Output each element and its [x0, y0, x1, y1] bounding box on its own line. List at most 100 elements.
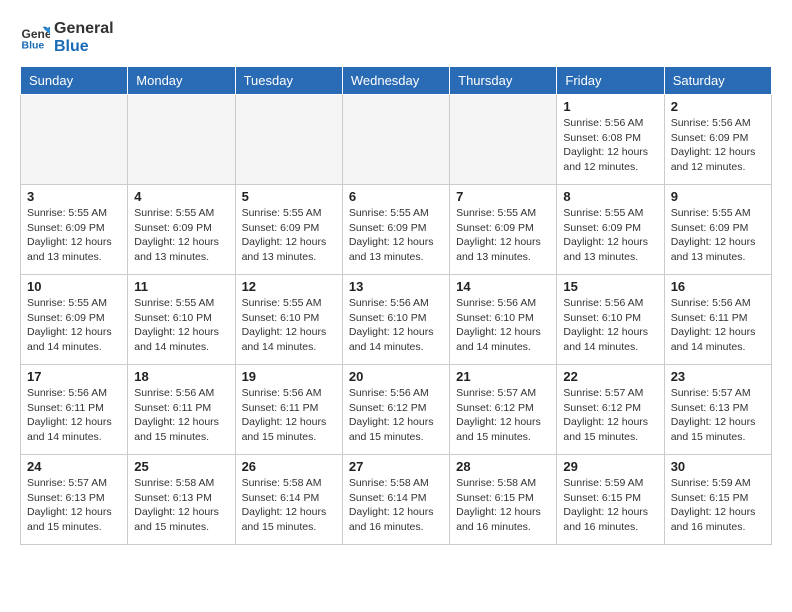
week-row-4: 17 Sunrise: 5:56 AMSunset: 6:11 PMDayligh…	[21, 365, 772, 455]
day-info: Sunrise: 5:56 AMSunset: 6:10 PMDaylight:…	[349, 296, 443, 355]
calendar-cell: 17 Sunrise: 5:56 AMSunset: 6:11 PMDayligh…	[21, 365, 128, 455]
day-number: 24	[27, 459, 121, 474]
day-number: 23	[671, 369, 765, 384]
day-info: Sunrise: 5:56 AMSunset: 6:11 PMDaylight:…	[242, 386, 336, 445]
col-header-saturday: Saturday	[664, 67, 771, 95]
day-info: Sunrise: 5:56 AMSunset: 6:10 PMDaylight:…	[563, 296, 657, 355]
col-header-sunday: Sunday	[21, 67, 128, 95]
day-number: 9	[671, 189, 765, 204]
calendar-cell: 10 Sunrise: 5:55 AMSunset: 6:09 PMDayligh…	[21, 275, 128, 365]
col-header-thursday: Thursday	[450, 67, 557, 95]
calendar-cell: 22 Sunrise: 5:57 AMSunset: 6:12 PMDayligh…	[557, 365, 664, 455]
calendar-cell: 15Sunrise: 5:56 AMSunset: 6:10 PMDayligh…	[557, 275, 664, 365]
day-number: 16	[671, 279, 765, 294]
day-info: Sunrise: 5:55 AMSunset: 6:09 PMDaylight:…	[456, 206, 550, 265]
day-number: 25	[134, 459, 228, 474]
day-info: Sunrise: 5:57 AMSunset: 6:13 PMDaylight:…	[671, 386, 765, 445]
day-info: Sunrise: 5:56 AMSunset: 6:09 PMDaylight:…	[671, 116, 765, 175]
day-number: 2	[671, 99, 765, 114]
calendar-cell: 30 Sunrise: 5:59 AMSunset: 6:15 PMDayligh…	[664, 455, 771, 545]
calendar-cell: 3 Sunrise: 5:55 AMSunset: 6:09 PMDaylight…	[21, 185, 128, 275]
day-number: 26	[242, 459, 336, 474]
day-number: 13	[349, 279, 443, 294]
day-number: 17	[27, 369, 121, 384]
day-info: Sunrise: 5:57 AMSunset: 6:12 PMDaylight:…	[456, 386, 550, 445]
calendar-cell: 8 Sunrise: 5:55 AMSunset: 6:09 PMDaylight…	[557, 185, 664, 275]
calendar-cell: 6Sunrise: 5:55 AMSunset: 6:09 PMDaylight…	[342, 185, 449, 275]
day-number: 3	[27, 189, 121, 204]
day-number: 4	[134, 189, 228, 204]
day-info: Sunrise: 5:59 AMSunset: 6:15 PMDaylight:…	[671, 476, 765, 535]
day-number: 27	[349, 459, 443, 474]
calendar-cell: 25 Sunrise: 5:58 AMSunset: 6:13 PMDayligh…	[128, 455, 235, 545]
calendar-cell: 11Sunrise: 5:55 AMSunset: 6:10 PMDayligh…	[128, 275, 235, 365]
day-info: Sunrise: 5:55 AMSunset: 6:10 PMDaylight:…	[134, 296, 228, 355]
calendar-cell: 29 Sunrise: 5:59 AMSunset: 6:15 PMDayligh…	[557, 455, 664, 545]
week-row-2: 3 Sunrise: 5:55 AMSunset: 6:09 PMDaylight…	[21, 185, 772, 275]
day-info: Sunrise: 5:58 AMSunset: 6:14 PMDaylight:…	[242, 476, 336, 535]
day-info: Sunrise: 5:58 AMSunset: 6:13 PMDaylight:…	[134, 476, 228, 535]
day-info: Sunrise: 5:56 AMSunset: 6:12 PMDaylight:…	[349, 386, 443, 445]
calendar-cell	[21, 95, 128, 185]
calendar-cell	[235, 95, 342, 185]
day-info: Sunrise: 5:57 AMSunset: 6:12 PMDaylight:…	[563, 386, 657, 445]
day-info: Sunrise: 5:56 AMSunset: 6:10 PMDaylight:…	[456, 296, 550, 355]
day-info: Sunrise: 5:55 AMSunset: 6:09 PMDaylight:…	[242, 206, 336, 265]
week-row-1: 1Sunrise: 5:56 AMSunset: 6:08 PMDaylight…	[21, 95, 772, 185]
day-info: Sunrise: 5:59 AMSunset: 6:15 PMDaylight:…	[563, 476, 657, 535]
day-number: 10	[27, 279, 121, 294]
calendar-cell	[128, 95, 235, 185]
logo: General Blue General Blue	[20, 20, 114, 56]
calendar-cell: 7Sunrise: 5:55 AMSunset: 6:09 PMDaylight…	[450, 185, 557, 275]
calendar-cell: 12 Sunrise: 5:55 AMSunset: 6:10 PMDayligh…	[235, 275, 342, 365]
week-row-3: 10 Sunrise: 5:55 AMSunset: 6:09 PMDayligh…	[21, 275, 772, 365]
logo-text-general: General	[54, 20, 114, 38]
day-info: Sunrise: 5:57 AMSunset: 6:13 PMDaylight:…	[27, 476, 121, 535]
logo-icon: General Blue	[20, 23, 50, 53]
calendar-cell: 14Sunrise: 5:56 AMSunset: 6:10 PMDayligh…	[450, 275, 557, 365]
day-number: 6	[349, 189, 443, 204]
day-number: 29	[563, 459, 657, 474]
calendar-cell: 21Sunrise: 5:57 AMSunset: 6:12 PMDayligh…	[450, 365, 557, 455]
col-header-tuesday: Tuesday	[235, 67, 342, 95]
day-info: Sunrise: 5:58 AMSunset: 6:14 PMDaylight:…	[349, 476, 443, 535]
col-header-friday: Friday	[557, 67, 664, 95]
calendar-cell: 18 Sunrise: 5:56 AMSunset: 6:11 PMDayligh…	[128, 365, 235, 455]
day-number: 19	[242, 369, 336, 384]
day-info: Sunrise: 5:56 AMSunset: 6:11 PMDaylight:…	[671, 296, 765, 355]
calendar-cell: 2 Sunrise: 5:56 AMSunset: 6:09 PMDaylight…	[664, 95, 771, 185]
calendar-cell: 16 Sunrise: 5:56 AMSunset: 6:11 PMDayligh…	[664, 275, 771, 365]
calendar-cell: 28 Sunrise: 5:58 AMSunset: 6:15 PMDayligh…	[450, 455, 557, 545]
calendar-table: SundayMondayTuesdayWednesdayThursdayFrid…	[20, 66, 772, 545]
calendar-header-row: SundayMondayTuesdayWednesdayThursdayFrid…	[21, 67, 772, 95]
calendar-cell	[342, 95, 449, 185]
day-info: Sunrise: 5:55 AMSunset: 6:09 PMDaylight:…	[563, 206, 657, 265]
calendar-cell: 5 Sunrise: 5:55 AMSunset: 6:09 PMDaylight…	[235, 185, 342, 275]
day-number: 22	[563, 369, 657, 384]
calendar-cell: 13 Sunrise: 5:56 AMSunset: 6:10 PMDayligh…	[342, 275, 449, 365]
page-header: General Blue General Blue	[20, 20, 772, 56]
calendar-cell: 4Sunrise: 5:55 AMSunset: 6:09 PMDaylight…	[128, 185, 235, 275]
day-number: 5	[242, 189, 336, 204]
logo-text-blue: Blue	[54, 38, 114, 56]
calendar-cell: 20 Sunrise: 5:56 AMSunset: 6:12 PMDayligh…	[342, 365, 449, 455]
day-info: Sunrise: 5:56 AMSunset: 6:11 PMDaylight:…	[134, 386, 228, 445]
day-info: Sunrise: 5:55 AMSunset: 6:09 PMDaylight:…	[27, 296, 121, 355]
col-header-monday: Monday	[128, 67, 235, 95]
day-number: 8	[563, 189, 657, 204]
calendar-cell: 27 Sunrise: 5:58 AMSunset: 6:14 PMDayligh…	[342, 455, 449, 545]
day-info: Sunrise: 5:55 AMSunset: 6:09 PMDaylight:…	[27, 206, 121, 265]
day-info: Sunrise: 5:55 AMSunset: 6:10 PMDaylight:…	[242, 296, 336, 355]
day-number: 30	[671, 459, 765, 474]
calendar-cell: 24 Sunrise: 5:57 AMSunset: 6:13 PMDayligh…	[21, 455, 128, 545]
day-number: 20	[349, 369, 443, 384]
col-header-wednesday: Wednesday	[342, 67, 449, 95]
day-number: 12	[242, 279, 336, 294]
calendar-cell: 1Sunrise: 5:56 AMSunset: 6:08 PMDaylight…	[557, 95, 664, 185]
calendar-cell: 26 Sunrise: 5:58 AMSunset: 6:14 PMDayligh…	[235, 455, 342, 545]
svg-text:Blue: Blue	[22, 40, 45, 52]
day-number: 18	[134, 369, 228, 384]
day-info: Sunrise: 5:58 AMSunset: 6:15 PMDaylight:…	[456, 476, 550, 535]
day-info: Sunrise: 5:56 AMSunset: 6:11 PMDaylight:…	[27, 386, 121, 445]
day-number: 28	[456, 459, 550, 474]
